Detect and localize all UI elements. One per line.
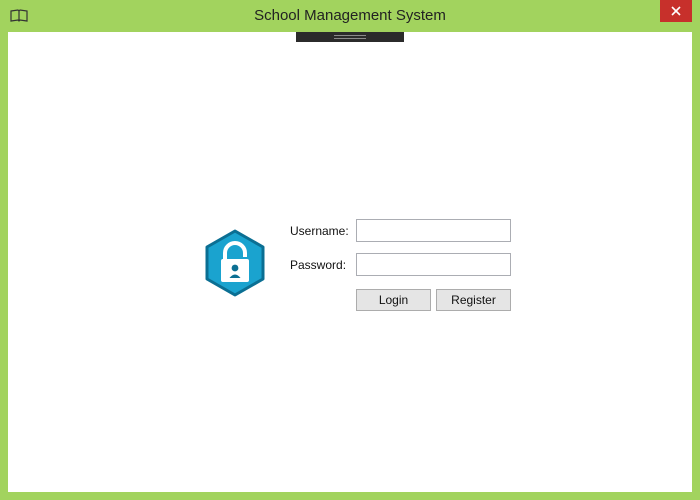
window-title: School Management System [254, 7, 446, 24]
close-button[interactable] [660, 0, 692, 22]
username-label: Username: [290, 224, 349, 238]
grip-lines [334, 35, 366, 39]
top-grip-handle[interactable] [296, 32, 404, 42]
register-button[interactable]: Register [436, 289, 511, 311]
login-button[interactable]: Login [356, 289, 431, 311]
password-input[interactable] [356, 253, 511, 276]
title-bar[interactable]: School Management System [0, 0, 700, 32]
lock-icon [202, 228, 268, 298]
password-label: Password: [290, 258, 347, 272]
client-area: Username: Password: Login Register [8, 32, 692, 492]
app-window: School Management System Username: Passw… [0, 0, 700, 500]
close-icon [671, 6, 681, 16]
username-input[interactable] [356, 219, 511, 242]
